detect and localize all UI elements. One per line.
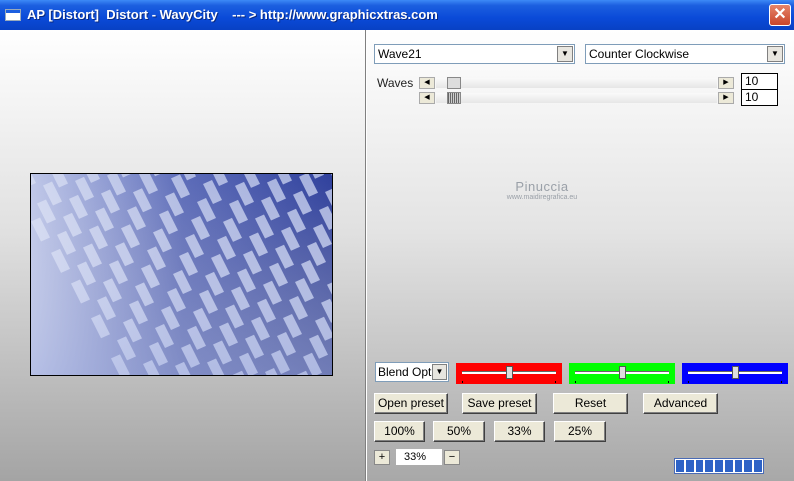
slider-thumb[interactable]	[446, 92, 461, 104]
slider-ticks	[462, 381, 556, 383]
blend-options-select[interactable]: Blend Options ▼	[375, 362, 449, 382]
reset-button[interactable]: Reset	[553, 393, 628, 414]
progress-segment	[715, 460, 723, 472]
open-preset-button[interactable]: Open preset	[374, 393, 448, 414]
preset-select-value: Wave21	[378, 47, 422, 61]
title-bar: AP [Distort] Distort - WavyCity --- > ht…	[0, 0, 794, 30]
direction-select-value: Counter Clockwise	[589, 47, 690, 61]
progress-segment	[676, 460, 684, 472]
red-slider[interactable]	[456, 363, 562, 384]
chevron-down-icon[interactable]: ▼	[767, 46, 783, 62]
watermark-name: Pinuccia	[515, 179, 569, 194]
progress-segment	[695, 460, 704, 472]
slider-thumb[interactable]	[732, 366, 739, 379]
waves-slider-2[interactable]: ◀ ▶	[419, 92, 734, 104]
direction-select[interactable]: Counter Clockwise ▼	[585, 44, 785, 64]
blend-options-value: Blend Options	[378, 365, 432, 379]
controls-panel: Wave21 ▼ Counter Clockwise ▼ Waves ◀ ▶ 1…	[367, 30, 794, 481]
progress-segment	[754, 460, 763, 472]
zoom-in-button[interactable]: +	[374, 450, 390, 465]
slider-track	[436, 78, 717, 88]
progress-segment	[734, 460, 743, 472]
waves-slider-1[interactable]: ◀ ▶	[419, 77, 734, 89]
slider-ticks	[575, 381, 669, 383]
arrow-left-icon[interactable]: ◀	[419, 92, 435, 104]
preset-select[interactable]: Wave21 ▼	[374, 44, 575, 64]
advanced-button[interactable]: Advanced	[643, 393, 718, 414]
progress-segment	[744, 460, 753, 472]
close-icon[interactable]: ✕	[769, 4, 791, 26]
arrow-left-icon[interactable]: ◀	[419, 77, 435, 89]
green-slider[interactable]	[569, 363, 675, 384]
window-icon	[5, 9, 21, 21]
chevron-down-icon[interactable]: ▼	[432, 364, 447, 380]
arrow-right-icon[interactable]: ▶	[718, 92, 734, 104]
slider-track	[436, 93, 717, 103]
zoom-out-button[interactable]: −	[444, 450, 460, 465]
slider-thumb[interactable]	[619, 366, 626, 379]
window-title: AP [Distort] Distort - WavyCity --- > ht…	[27, 7, 438, 22]
waves-value-1[interactable]: 10	[741, 73, 778, 90]
zoom-value: 33%	[396, 449, 442, 465]
zoom-100-button[interactable]: 100%	[374, 421, 425, 442]
waves-label: Waves	[377, 76, 414, 90]
save-preset-button[interactable]: Save preset	[462, 393, 537, 414]
watermark: Pinuccia www.maidiregrafica.eu	[482, 179, 602, 201]
arrow-right-icon[interactable]: ▶	[718, 77, 734, 89]
watermark-url: www.maidiregrafica.eu	[506, 194, 578, 201]
progress-segment	[685, 460, 694, 472]
slider-ticks	[688, 381, 782, 383]
preview-panel	[0, 30, 365, 481]
progress-segment	[705, 460, 714, 472]
zoom-25-button[interactable]: 25%	[554, 421, 606, 442]
wavy-pattern-image	[31, 174, 332, 375]
chevron-down-icon[interactable]: ▼	[557, 46, 573, 62]
waves-value-2[interactable]: 10	[741, 89, 778, 106]
slider-thumb[interactable]	[446, 77, 461, 89]
slider-thumb[interactable]	[506, 366, 513, 379]
progress-bar	[674, 458, 764, 474]
blue-slider[interactable]	[682, 363, 788, 384]
zoom-33-button[interactable]: 33%	[494, 421, 545, 442]
preview-image[interactable]	[30, 173, 333, 376]
progress-segment	[724, 460, 733, 472]
zoom-50-button[interactable]: 50%	[433, 421, 485, 442]
